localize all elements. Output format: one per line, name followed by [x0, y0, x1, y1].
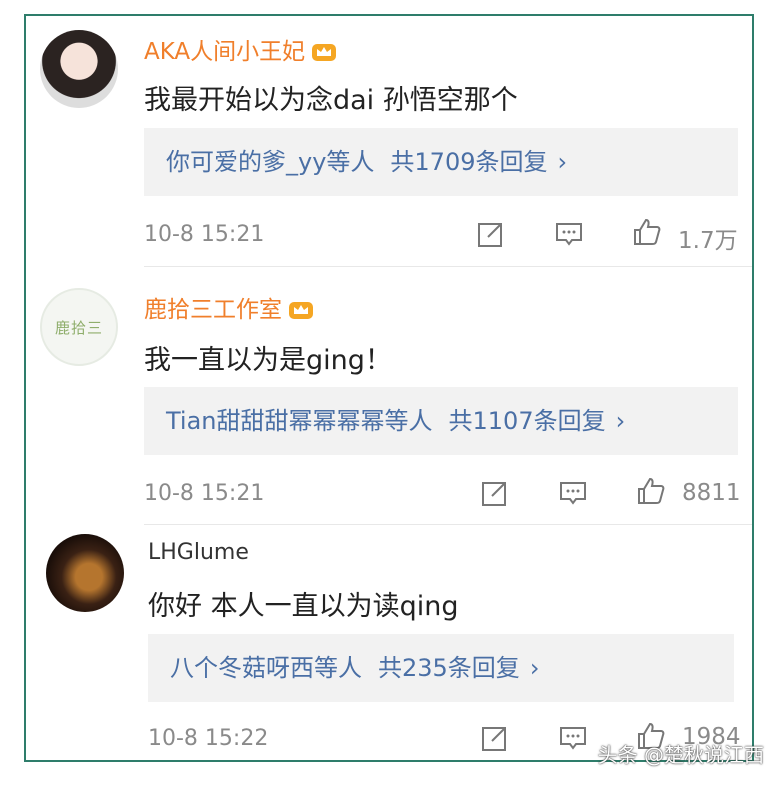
- reply-summary[interactable]: Tian甜甜甜幂幂幂幂等人 共1107条回复 ›: [144, 387, 738, 455]
- comment-list: AKA人间小王妃 我最开始以为念dai 孙悟空那个 你可爱的爹_yy等人 共170…: [24, 14, 754, 762]
- like-count: 1.7万: [678, 228, 738, 254]
- avatar-logo-text: 鹿拾三: [54, 319, 103, 337]
- reply-users[interactable]: 你可爱的爹_yy等人: [166, 148, 374, 176]
- comment-text: 我一直以为是ging！: [144, 345, 392, 376]
- comment-timestamp: 10-8 15:21: [144, 481, 265, 506]
- like-count: 8811: [682, 480, 741, 506]
- comment-username[interactable]: 鹿拾三工作室: [144, 290, 314, 324]
- reply-count[interactable]: 共1107条回复: [449, 407, 606, 435]
- avatar[interactable]: 鹿拾三: [40, 288, 118, 366]
- comment-username[interactable]: LHGlume: [148, 540, 249, 565]
- share-icon[interactable]: [480, 478, 510, 508]
- crown-badge-icon: [289, 302, 313, 319]
- comment-text: 我最开始以为念dai 孙悟空那个: [144, 85, 518, 116]
- avatar[interactable]: [46, 534, 124, 612]
- reply-users[interactable]: 八个冬菇呀西等人: [170, 654, 362, 682]
- comment-username[interactable]: AKA人间小王妃: [144, 32, 337, 66]
- reply-summary[interactable]: 八个冬菇呀西等人 共235条回复 ›: [148, 634, 734, 702]
- divider: [144, 266, 752, 267]
- comment-timestamp: 10-8 15:22: [148, 726, 269, 751]
- reply-users[interactable]: Tian甜甜甜幂幂幂幂等人: [166, 407, 433, 435]
- comment-timestamp: 10-8 15:21: [144, 222, 265, 247]
- comment-icon[interactable]: [554, 219, 584, 249]
- watermark: 头条 @楚秋说江西: [597, 743, 764, 767]
- reply-count[interactable]: 共235条回复: [378, 654, 520, 682]
- reply-count[interactable]: 共1709条回复: [390, 148, 547, 176]
- chevron-right-icon: ›: [615, 407, 626, 435]
- chevron-right-icon: ›: [557, 148, 568, 176]
- reply-summary[interactable]: 你可爱的爹_yy等人 共1709条回复 ›: [144, 128, 738, 196]
- crown-badge-icon: [312, 44, 337, 61]
- like-icon[interactable]: [632, 217, 662, 247]
- comment-text: 你好 本人一直以为读qing: [148, 591, 459, 622]
- share-icon[interactable]: [480, 723, 510, 753]
- share-icon[interactable]: [476, 219, 506, 249]
- chevron-right-icon: ›: [529, 654, 540, 682]
- comment-icon[interactable]: [558, 478, 588, 508]
- comment-icon[interactable]: [558, 723, 588, 753]
- divider: [144, 524, 752, 525]
- avatar[interactable]: [40, 30, 118, 108]
- like-icon[interactable]: [636, 476, 666, 506]
